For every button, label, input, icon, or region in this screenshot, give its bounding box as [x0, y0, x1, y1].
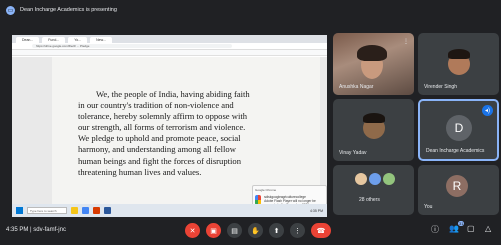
present-icon: ▭ — [6, 5, 15, 15]
mic-off-icon[interactable]: ✕ — [185, 223, 200, 238]
participant-name: Dean Incharge Academics — [426, 148, 485, 154]
participant-name: Anushka Nagar — [339, 84, 374, 90]
participant-tile[interactable]: Vinay Yadav — [333, 99, 414, 161]
windows-start-icon[interactable] — [16, 207, 23, 214]
document-viewer: We, the people of India, having abiding … — [12, 57, 327, 204]
meeting-code: sdv-famf-jnc — [33, 227, 66, 233]
camera-off-icon[interactable]: ▣ — [206, 223, 221, 238]
people-count-badge: 31 — [458, 221, 465, 226]
address-bar[interactable]: https://drive.google.com/file/d/ ... Ple… — [12, 43, 327, 50]
people-icon[interactable]: 👥 — [449, 224, 459, 233]
file-explorer-icon[interactable] — [71, 207, 78, 214]
presenting-text: Dean Incharge Academics is presenting — [20, 7, 117, 13]
pledge-text: We, the people of India, having abiding … — [78, 89, 288, 178]
shared-screen: Dean... Fund... Yo... New... https://dri… — [12, 35, 327, 217]
hand-icon[interactable]: ✋ — [248, 223, 263, 238]
pledge-line: We, the people of India, having abiding … — [96, 89, 250, 99]
viewer-toolbar — [12, 50, 327, 56]
browser-tab-strip: Dean... Fund... Yo... New... — [12, 35, 327, 43]
participant-tile-active-speaker[interactable]: D ◂) Dean Incharge Academics — [418, 99, 499, 161]
activities-icon[interactable]: △ — [485, 224, 491, 233]
url-field[interactable]: https://drive.google.com/file/d/ ... Ple… — [32, 44, 232, 48]
participant-hair — [448, 49, 470, 59]
others-avatar — [369, 173, 381, 185]
captions-icon[interactable]: ▤ — [227, 223, 242, 238]
pledge-line: human beings and fight the forces of dis… — [78, 155, 242, 166]
chrome-taskbar-icon[interactable] — [82, 207, 89, 214]
pledge-line: harmony, and understanding among all fel… — [78, 144, 236, 155]
self-avatar: R — [446, 175, 468, 197]
pledge-line: We pledge to uphold and promote peace, s… — [78, 133, 241, 144]
others-count: 28 others — [359, 197, 380, 203]
pledge-line: in our country's tradition of non-violen… — [78, 100, 234, 111]
windows-taskbar: Type here to search 4:35 PM — [12, 204, 327, 217]
taskbar-clock: 4:35 PM — [309, 208, 323, 213]
others-avatar — [355, 173, 367, 185]
participant-name: Virender Singh — [424, 84, 457, 90]
participant-tile[interactable]: Virender Singh — [418, 33, 499, 95]
meeting-time: 4:35 PM — [6, 227, 29, 233]
pledge-line: our strength, all forms of terrorism and… — [78, 122, 246, 133]
meeting-time-code: 4:35 PM | sdv-famf-jnc — [6, 227, 66, 233]
participant-name: Vinay Yadav — [339, 150, 367, 156]
self-tile[interactable]: R You — [418, 165, 499, 215]
browser-tab[interactable]: Yo... — [68, 37, 88, 43]
end-call-icon[interactable]: ☎ — [311, 223, 331, 238]
chat-icon[interactable]: ▢ — [467, 224, 475, 233]
presenting-banner: ▭ Dean Incharge Academics is presenting — [6, 3, 256, 17]
more-options-icon[interactable]: ⋮ — [403, 38, 409, 45]
pledge-line: tolerance, hereby solemnly affirm to opp… — [78, 111, 248, 122]
pledge-line: threatening human lives and values. — [78, 166, 202, 177]
others-avatar — [383, 173, 395, 185]
info-icon[interactable]: ⓘ — [431, 224, 439, 235]
more-icon[interactable]: ⋮ — [290, 223, 305, 238]
self-name: You — [424, 204, 433, 210]
document-page: We, the people of India, having abiding … — [52, 57, 320, 204]
others-tile[interactable]: 28 others — [333, 165, 414, 215]
present-icon[interactable]: ⬆ — [269, 223, 284, 238]
notification-header: Google Chrome — [255, 188, 277, 192]
avatar: D — [446, 115, 472, 141]
browser-tab[interactable]: New... — [90, 37, 112, 43]
speaking-indicator-icon: ◂) — [482, 105, 493, 116]
participant-tile[interactable]: ⋮ Anushka Nagar — [333, 33, 414, 95]
participant-hair — [363, 113, 385, 123]
office-icon[interactable] — [93, 207, 100, 214]
meeting-control-bar: 4:35 PM | sdv-famf-jnc ✕ ▣ ▤ ✋ ⬆ ⋮ ☎ ⓘ 👥… — [0, 218, 501, 245]
browser-tab[interactable]: Fund... — [42, 37, 66, 43]
taskbar-search[interactable]: Type here to search — [27, 207, 67, 214]
participant-hair — [357, 45, 387, 61]
word-icon[interactable] — [104, 207, 111, 214]
browser-tab[interactable]: Dean... — [16, 37, 40, 43]
